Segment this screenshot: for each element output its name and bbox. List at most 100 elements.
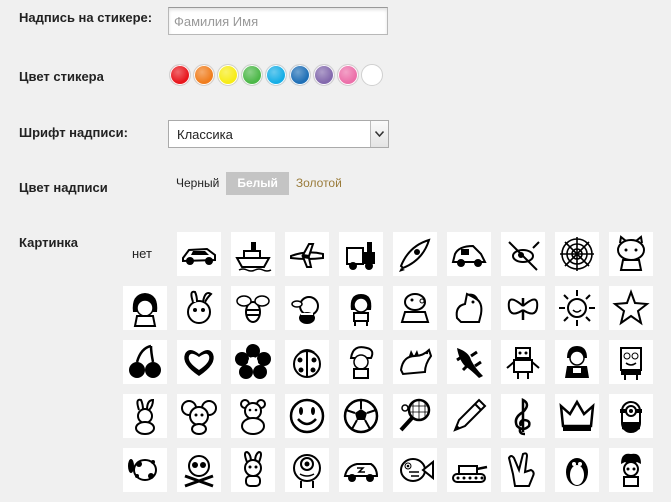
color-swatch-orange[interactable] [193, 64, 215, 86]
picture-option-helicopter[interactable] [501, 232, 545, 276]
puppy-bee-icon [291, 296, 319, 324]
steamboat-icon [235, 242, 272, 272]
no-picture-option[interactable]: нет [132, 246, 152, 261]
dinosaur-icon [399, 348, 433, 376]
picture-option-starfish[interactable] [609, 286, 653, 330]
picture-option-luntik[interactable] [231, 448, 275, 492]
color-swatch-light-blue[interactable] [265, 64, 287, 86]
color-swatch-green[interactable] [241, 64, 263, 86]
heart-icon [184, 350, 214, 376]
picture-option-robot[interactable] [501, 340, 545, 384]
luntik-icon [244, 450, 262, 487]
picture-option-blues-clues[interactable] [123, 448, 167, 492]
ben10-icon [565, 346, 589, 378]
treble-clef-icon [514, 397, 531, 436]
picture-option-ladybug[interactable] [285, 340, 329, 384]
picture-option-dora[interactable] [339, 286, 383, 330]
picture-option-dinosaur[interactable] [393, 340, 437, 384]
font-select[interactable]: Классика [168, 120, 389, 148]
sticker-color-label: Цвет стикера [19, 69, 104, 84]
toy-train-icon [346, 242, 375, 270]
smeshariki-krosh-icon [187, 290, 213, 324]
picture-option-hello-kitty[interactable] [609, 232, 653, 276]
picture-option-minion[interactable] [609, 394, 653, 438]
picture-option-flower[interactable] [231, 340, 275, 384]
picture-option-cherries[interactable] [123, 340, 167, 384]
color-swatch-pink[interactable] [337, 64, 359, 86]
picture-option-small-car[interactable] [447, 232, 491, 276]
rabbit-icon [135, 398, 155, 435]
flower-icon [235, 344, 271, 379]
color-swatch-purple[interactable] [313, 64, 335, 86]
picture-option-smeshariki-krosh[interactable] [177, 286, 221, 330]
picture-option-peppa-pig[interactable] [393, 286, 437, 330]
tennis-racket-icon [399, 398, 431, 432]
masha-icon [132, 293, 158, 327]
butterfly-icon [507, 298, 539, 320]
text-color-white-option[interactable]: Белый [226, 172, 289, 195]
pony-icon [455, 292, 483, 323]
picture-option-crown[interactable] [555, 394, 599, 438]
picture-option-smurf[interactable] [339, 340, 383, 384]
picture-label: Картинка [19, 235, 79, 250]
picture-option-bee[interactable] [231, 286, 275, 330]
crown-icon [559, 399, 595, 431]
sticker-color-swatches [169, 64, 383, 86]
color-swatch-yellow[interactable] [217, 64, 239, 86]
picture-option-smiley[interactable] [285, 394, 329, 438]
picture-option-rocket[interactable] [393, 232, 437, 276]
helicopter-icon [508, 241, 540, 271]
small-car-icon [451, 244, 487, 267]
picture-option-skull[interactable] [177, 448, 221, 492]
color-swatch-red[interactable] [169, 64, 191, 86]
picture-option-pony[interactable] [447, 286, 491, 330]
picture-option-lizard[interactable] [447, 340, 491, 384]
picture-option-pencil[interactable] [447, 394, 491, 438]
text-color-gold-option[interactable]: Золотой [290, 172, 348, 195]
picture-option-treble-clef[interactable] [501, 394, 545, 438]
picture-option-sun[interactable] [555, 286, 599, 330]
picture-option-heart[interactable] [177, 340, 221, 384]
tank-icon [452, 465, 488, 483]
pencil-icon [453, 398, 487, 432]
picture-option-victory-hand[interactable] [501, 448, 545, 492]
picture-option-fixie[interactable] [609, 448, 653, 492]
color-swatch-white[interactable] [361, 64, 383, 86]
picture-option-lightning-mcqueen[interactable] [339, 448, 383, 492]
bee-icon [236, 295, 270, 323]
picture-option-rabbit[interactable] [123, 394, 167, 438]
picture-option-toy-train[interactable] [339, 232, 383, 276]
hello-kitty-icon [617, 235, 645, 271]
picture-option-steamboat[interactable] [231, 232, 275, 276]
fixie-icon [621, 453, 641, 487]
sticker-text-label: Надпись на стикере: [19, 10, 153, 25]
picture-option-soccer-ball[interactable] [339, 394, 383, 438]
picture-option-mike-wazowski[interactable] [285, 448, 329, 492]
picture-option-teddy-bear[interactable] [231, 394, 275, 438]
cherries-icon [129, 344, 161, 378]
picture-option-ben10[interactable] [555, 340, 599, 384]
picture-option-tank[interactable] [447, 448, 491, 492]
teddy-bear-icon [240, 399, 266, 435]
sticker-text-input[interactable] [168, 7, 388, 35]
picture-option-masha[interactable] [123, 286, 167, 330]
picture-option-flounder[interactable] [393, 448, 437, 492]
smiley-icon [289, 398, 325, 434]
text-color-black-option[interactable]: Черный [170, 172, 225, 195]
picture-option-tennis-racket[interactable] [393, 394, 437, 438]
picture-option-airplane[interactable] [285, 232, 329, 276]
flounder-icon [400, 458, 434, 482]
chevron-down-icon[interactable] [370, 121, 388, 147]
picture-option-puppy-bee[interactable] [285, 286, 329, 330]
spiderweb-icon [560, 237, 594, 271]
text-color-label: Цвет надписи [19, 180, 108, 195]
picture-option-race-car[interactable] [177, 232, 221, 276]
picture-option-jerry-mouse[interactable] [177, 394, 221, 438]
color-swatch-blue[interactable] [289, 64, 311, 86]
font-label: Шрифт надписи: [19, 125, 128, 140]
picture-option-penguin[interactable] [555, 448, 599, 492]
smurf-icon [349, 346, 374, 379]
picture-option-spiderweb[interactable] [555, 232, 599, 276]
picture-option-butterfly[interactable] [501, 286, 545, 330]
picture-option-spongebob[interactable] [609, 340, 653, 384]
